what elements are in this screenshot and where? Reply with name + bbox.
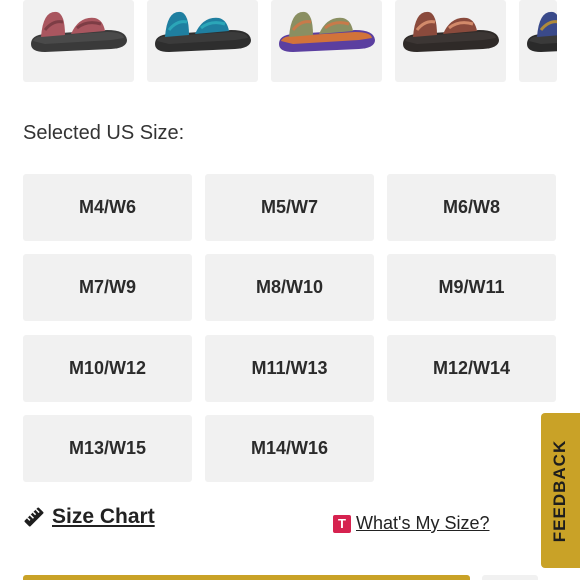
color-swatch[interactable]: [271, 0, 382, 82]
color-swatch[interactable]: [395, 0, 506, 82]
sandal-image: [279, 11, 375, 52]
size-option[interactable]: M8/W10: [205, 254, 374, 321]
size-option[interactable]: M13/W15: [23, 415, 192, 482]
feedback-label: FEEDBACK: [550, 439, 570, 542]
size-option[interactable]: M4/W6: [23, 174, 192, 241]
add-to-cart-button[interactable]: [23, 575, 470, 580]
wishlist-button[interactable]: [482, 575, 538, 580]
sandal-image: [31, 11, 127, 52]
feedback-tab[interactable]: FEEDBACK: [541, 413, 580, 568]
ruler-icon: [24, 507, 44, 527]
whats-my-size-link[interactable]: T What's My Size?: [333, 513, 489, 534]
size-option[interactable]: M6/W8: [387, 174, 556, 241]
size-option[interactable]: M9/W11: [387, 254, 556, 321]
whats-my-size-label: What's My Size?: [356, 513, 490, 533]
color-swatch[interactable]: [147, 0, 258, 82]
selected-size-label: Selected US Size:: [23, 122, 185, 144]
size-option[interactable]: M7/W9: [23, 254, 192, 321]
size-option[interactable]: M11/W13: [205, 335, 374, 402]
size-chart-link[interactable]: Size Chart: [23, 505, 155, 529]
color-swatch[interactable]: [519, 0, 557, 82]
sandal-image: [527, 11, 557, 52]
size-option[interactable]: M12/W14: [387, 335, 556, 402]
brand-t-icon: T: [333, 514, 351, 533]
sandal-image: [155, 11, 251, 52]
size-option[interactable]: M5/W7: [205, 174, 374, 241]
size-option[interactable]: M14/W16: [205, 415, 374, 482]
size-option[interactable]: M10/W12: [23, 335, 192, 402]
sandal-image: [403, 11, 499, 52]
size-chart-label: Size Chart: [52, 505, 155, 528]
color-swatch-row: [0, 0, 580, 90]
color-swatch[interactable]: [23, 0, 134, 82]
